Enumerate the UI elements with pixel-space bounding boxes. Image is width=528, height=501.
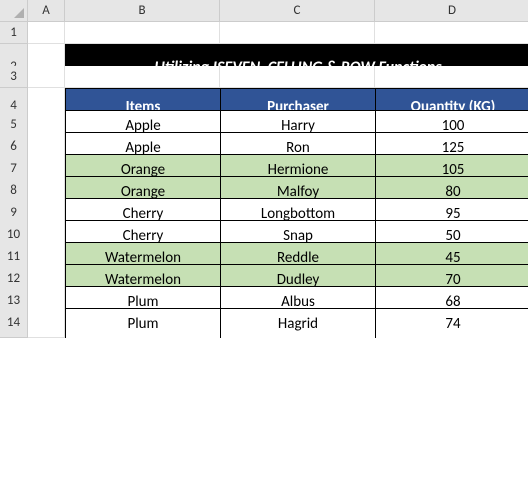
cell-items-14[interactable]: Plum	[65, 308, 220, 338]
col-header-D[interactable]: D	[375, 0, 528, 22]
col-header-B[interactable]: B	[65, 0, 220, 22]
row-header-1[interactable]: 1	[0, 22, 28, 44]
select-all-corner[interactable]	[0, 0, 28, 22]
cell-C1[interactable]	[220, 22, 375, 44]
cell-purchaser-14[interactable]: Hagrid	[220, 308, 375, 338]
cell-B3[interactable]	[65, 66, 220, 88]
spreadsheet-grid[interactable]: A B C D 1 2 Utilizing ISEVEN, CELLING & …	[0, 0, 528, 330]
cell-A1[interactable]	[28, 22, 65, 44]
row-header-14[interactable]: 14	[0, 308, 28, 338]
cell-D1[interactable]	[375, 22, 528, 44]
cell-quantity-14[interactable]: 74	[375, 308, 528, 338]
cell-A3[interactable]	[28, 66, 65, 88]
cell-C3[interactable]	[220, 66, 375, 88]
col-header-C[interactable]: C	[220, 0, 375, 22]
cell-B1[interactable]	[65, 22, 220, 44]
cell-A14[interactable]	[28, 308, 65, 338]
row-header-3[interactable]: 3	[0, 66, 28, 88]
cell-D3[interactable]	[375, 66, 528, 88]
col-header-A[interactable]: A	[28, 0, 65, 22]
